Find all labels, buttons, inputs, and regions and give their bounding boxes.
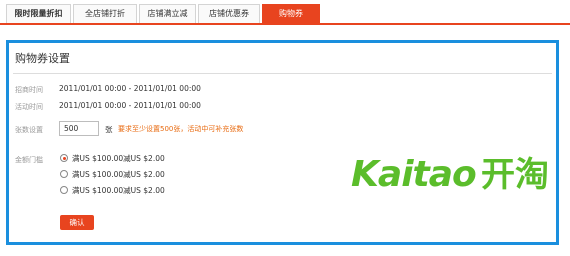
kaitao-watermark: Kaitao 开淘 [347,151,562,203]
radio-unchecked-icon[interactable] [60,186,68,194]
tab-store-coupon[interactable]: 店铺优惠券 [198,4,260,23]
quantity-label: 张数设置 [15,126,43,134]
quantity-input[interactable] [59,121,99,136]
tab-underline [0,23,570,25]
title-divider [13,73,552,74]
tab-bar: 限时限量折扣 全店铺打折 店铺满立减 店铺优惠券 购物券 [0,0,570,25]
tab-storewide-discount[interactable]: 全店铺打折 [73,4,137,23]
settings-panel: 购物券设置 招商时间 2011/01/01 00:00 - 2011/01/01… [6,40,559,245]
threshold-option-label: 满US $100.00减US $2.00 [72,186,165,195]
tab-shopping-voucher[interactable]: 购物券 [262,4,320,23]
threshold-option-label: 满US $100.00减US $2.00 [72,170,165,179]
quantity-hint: 要求至少设置500张，活动中可补充张数 [118,125,244,133]
radio-checked-icon[interactable] [60,154,68,162]
activity-time-value: 2011/01/01 00:00 - 2011/01/01 00:00 [59,101,201,110]
activity-time-label: 活动时间 [15,103,43,111]
recruit-time-label: 招商时间 [15,86,43,94]
threshold-label: 金额门槛 [15,156,43,164]
watermark-latin: Kaitao [351,154,477,195]
tab-store-spend-reduce[interactable]: 店铺满立减 [139,4,196,23]
tab-limited-discount[interactable]: 限时限量折扣 [6,4,71,23]
recruit-time-value: 2011/01/01 00:00 - 2011/01/01 00:00 [59,84,201,93]
watermark-chinese: 开淘 [481,155,549,195]
threshold-option-label: 满US $100.00减US $2.00 [72,154,165,163]
radio-unchecked-icon[interactable] [60,170,68,178]
confirm-button[interactable]: 确认 [60,215,94,230]
quantity-unit: 张 [105,125,113,134]
panel-title: 购物券设置 [15,52,70,65]
